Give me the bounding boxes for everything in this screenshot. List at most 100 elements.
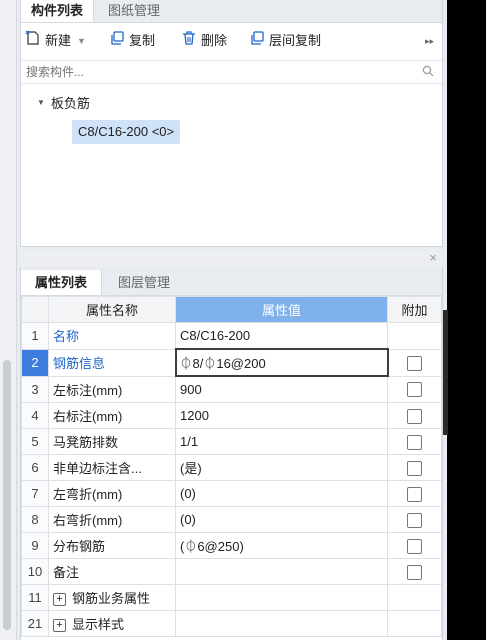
add-cell (387, 375, 442, 403)
property-list-panel: 属性列表 图层管理 属性名称 属性值 附加 1 名称 C8/C16-200 2 (20, 267, 443, 640)
top-tab-bar: 构件列表 图纸管理 (21, 0, 442, 23)
property-name: 备注 (48, 558, 176, 585)
double-chevron-right-icon: ▸▸ (425, 36, 435, 46)
delete-button[interactable]: 删除 (181, 31, 227, 51)
bottom-tab-bar: 属性列表 图层管理 (21, 267, 442, 296)
delete-label: 删除 (201, 33, 228, 48)
add-checkbox[interactable] (407, 512, 422, 528)
property-value-editor[interactable]: ⏀8/⏀16@200 (174, 348, 389, 377)
new-file-icon (25, 30, 45, 52)
search-input[interactable] (24, 64, 408, 80)
property-value[interactable]: (0) (175, 480, 388, 507)
add-cell (387, 584, 442, 611)
add-checkbox[interactable] (407, 382, 422, 398)
row-number: 5 (21, 428, 49, 455)
row-number: 7 (21, 480, 49, 507)
property-value (175, 610, 388, 637)
row-number: 10 (21, 558, 49, 585)
tab-layer-management[interactable]: 图层管理 (105, 270, 183, 295)
close-icon[interactable]: × (429, 250, 437, 265)
tree-leaf-component[interactable]: C8/C16-200 <0> (72, 120, 181, 144)
table-header-row: 属性名称 属性值 附加 (21, 296, 442, 323)
table-row[interactable]: 3 左标注(mm) 900 (21, 375, 442, 403)
add-checkbox[interactable] (407, 355, 423, 371)
table-row[interactable]: 4 右标注(mm) 1200 (21, 402, 442, 429)
left-scrollbar-thumb[interactable] (3, 360, 11, 630)
add-cell (387, 428, 442, 455)
property-name: 钢筋信息 (48, 348, 176, 377)
copy-label: 复制 (129, 33, 156, 48)
header-num (21, 296, 49, 323)
new-button[interactable]: 新建 ▼ (25, 30, 86, 52)
property-name: 马凳筋排数 (48, 428, 176, 455)
property-group[interactable]: + 显示样式 (48, 610, 176, 637)
header-property-name: 属性名称 (48, 296, 176, 323)
property-name: 右弯折(mm) (48, 506, 176, 533)
table-row[interactable]: 7 左弯折(mm) (0) (21, 480, 442, 507)
property-value[interactable]: 900 (175, 375, 388, 403)
add-checkbox[interactable] (407, 434, 422, 450)
row-number: 4 (21, 402, 49, 429)
property-value[interactable]: C8/C16-200 (175, 322, 388, 350)
property-group[interactable]: + 钢筋业务属性 (48, 584, 176, 611)
table-row[interactable]: 1 名称 C8/C16-200 (21, 322, 442, 350)
copy-button[interactable]: 复制 (109, 31, 155, 51)
copy-icon (109, 30, 129, 52)
search-icon[interactable] (422, 65, 434, 80)
expand-plus-icon[interactable]: + (53, 619, 66, 633)
header-property-value: 属性值 (175, 296, 388, 323)
row-number: 21 (21, 610, 49, 637)
property-value[interactable]: 1/1 (175, 428, 388, 455)
property-name: 非单边标注含... (48, 454, 176, 481)
row-number: 11 (21, 584, 49, 611)
trash-icon (181, 30, 201, 52)
row-number: 2 (21, 348, 49, 377)
expand-plus-icon[interactable]: + (53, 593, 66, 607)
header-add: 附加 (387, 296, 442, 323)
table-row[interactable]: 6 非单边标注含... (是) (21, 454, 442, 481)
property-value[interactable]: (是) (175, 454, 388, 481)
table-row[interactable]: 8 右弯折(mm) (0) (21, 506, 442, 533)
property-value[interactable]: (⏀6@250) (175, 532, 388, 559)
add-cell (387, 480, 442, 507)
tab-property-list[interactable]: 属性列表 (21, 270, 102, 295)
new-label: 新建 (45, 33, 72, 48)
property-group-label: 钢筋业务属性 (72, 591, 151, 606)
add-checkbox[interactable] (407, 564, 422, 580)
tab-drawing-management[interactable]: 图纸管理 (97, 0, 171, 22)
row-number: 1 (21, 322, 49, 350)
row-number: 9 (21, 532, 49, 559)
table-row-selected[interactable]: 2 钢筋信息 ⏀8/⏀16@200 (21, 348, 442, 377)
tree-group-label: 板负筋 (50, 96, 90, 111)
table-row[interactable]: 5 马凳筋排数 1/1 (21, 428, 442, 455)
table-row-group[interactable]: 21 + 显示样式 (21, 610, 442, 637)
add-checkbox[interactable] (407, 408, 422, 424)
add-cell (387, 348, 442, 377)
add-cell (387, 506, 442, 533)
panel-separator: × (20, 250, 441, 267)
add-cell (387, 454, 442, 481)
property-value[interactable]: 1200 (175, 402, 388, 429)
search-bar (21, 60, 442, 84)
table-row[interactable]: 9 分布钢筋 (⏀6@250) (21, 532, 442, 559)
more-tools-button[interactable]: ▸▸ (425, 31, 434, 51)
table-row-group[interactable]: 11 + 钢筋业务属性 (21, 584, 442, 611)
tree-group-slab-negative-rebar[interactable]: ▼ 板负筋 (37, 93, 90, 112)
chevron-down-icon[interactable]: ▼ (37, 98, 45, 107)
add-checkbox[interactable] (407, 538, 422, 554)
tab-component-list[interactable]: 构件列表 (21, 0, 94, 22)
table-row[interactable]: 10 备注 (21, 558, 442, 585)
add-cell (387, 322, 442, 350)
right-dark-strip (447, 0, 486, 640)
add-checkbox[interactable] (407, 460, 422, 476)
toolbar: 新建 ▼ 复制 删除 层间复制 ▸▸ (21, 23, 442, 58)
dropdown-arrow-icon[interactable]: ▼ (77, 31, 86, 51)
floor-copy-label: 层间复制 (269, 33, 322, 48)
add-checkbox[interactable] (407, 486, 422, 502)
add-cell (387, 558, 442, 585)
property-value[interactable] (175, 558, 388, 585)
floor-copy-button[interactable]: 层间复制 (249, 31, 321, 51)
property-value[interactable]: (0) (175, 506, 388, 533)
component-list-panel: 构件列表 图纸管理 新建 ▼ 复制 删除 层间复制 ▸▸ 搜索构件... ▼ 板… (20, 0, 443, 247)
property-table: 属性名称 属性值 附加 1 名称 C8/C16-200 2 钢筋信息 ⏀8/⏀1… (21, 296, 442, 637)
